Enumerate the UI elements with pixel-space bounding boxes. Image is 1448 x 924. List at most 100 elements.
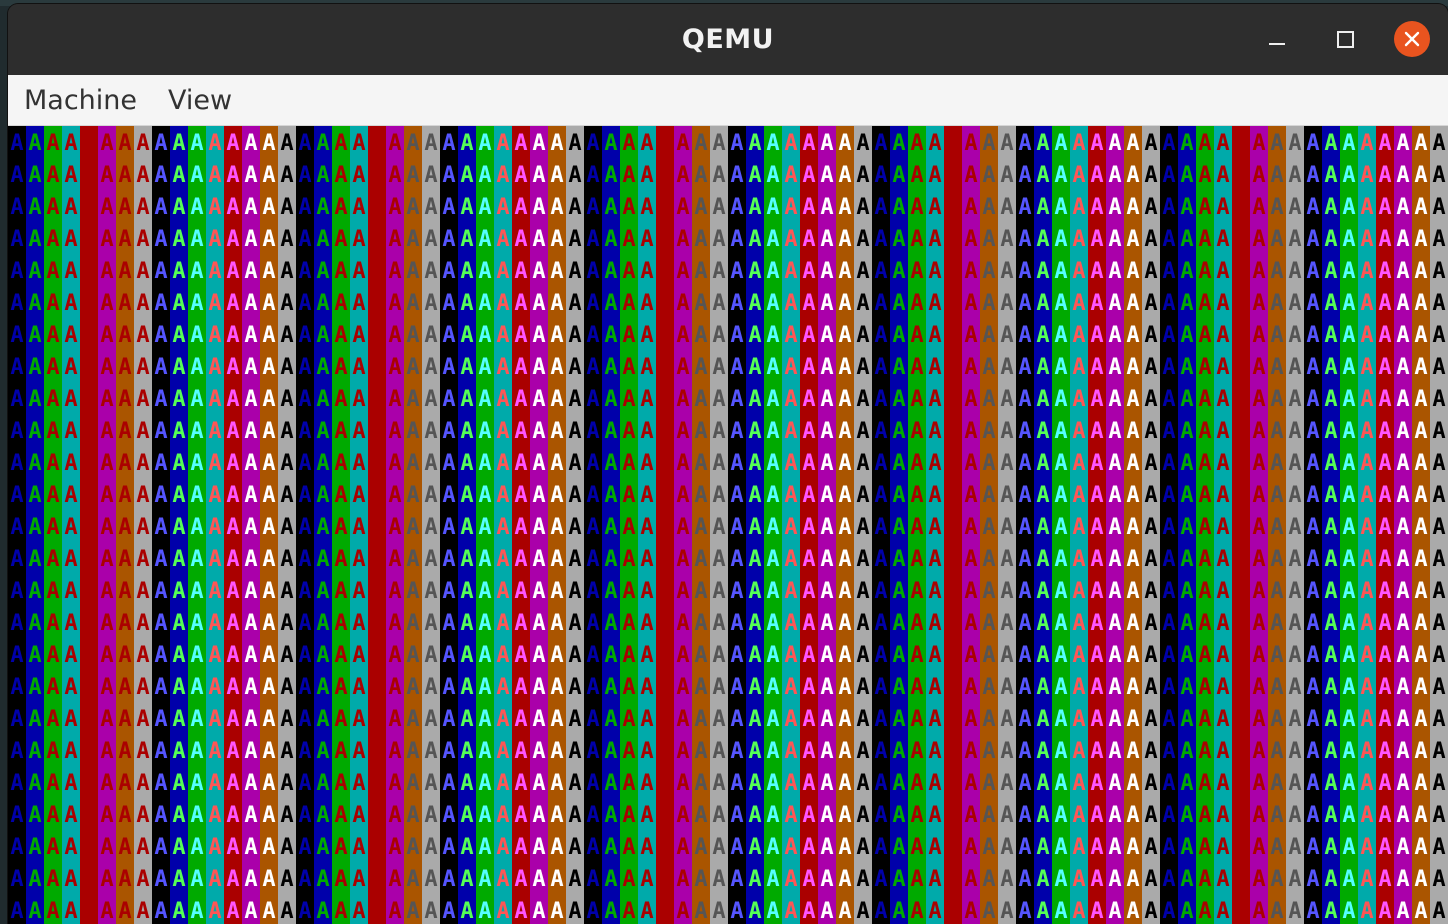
vga-glyph: A bbox=[388, 195, 401, 220]
vga-glyph: A bbox=[1198, 867, 1211, 892]
menu-view[interactable]: View bbox=[168, 75, 232, 125]
vga-glyph: A bbox=[1378, 227, 1391, 252]
vga-glyph: A bbox=[208, 419, 221, 444]
vga-glyph: A bbox=[442, 419, 455, 444]
vga-glyph: A bbox=[730, 451, 743, 476]
vga-glyph: A bbox=[442, 707, 455, 732]
vga-glyph: A bbox=[262, 227, 275, 252]
vga-glyph: A bbox=[1198, 899, 1211, 924]
vga-glyph: A bbox=[1288, 131, 1301, 156]
vga-glyph: A bbox=[586, 579, 599, 604]
vga-glyph: A bbox=[154, 323, 167, 348]
vga-glyph: A bbox=[730, 195, 743, 220]
vga-glyph: A bbox=[226, 355, 239, 380]
vga-glyph: A bbox=[208, 547, 221, 572]
vga-glyph: A bbox=[802, 259, 815, 284]
vga-glyph: A bbox=[622, 579, 635, 604]
vga-glyph: A bbox=[262, 451, 275, 476]
vga-glyph: A bbox=[460, 771, 473, 796]
vga-glyph: A bbox=[784, 131, 797, 156]
vga-glyph: A bbox=[910, 451, 923, 476]
vga-glyph: A bbox=[1108, 547, 1121, 572]
vga-glyph: A bbox=[1162, 515, 1175, 540]
vga-glyph: A bbox=[1216, 227, 1229, 252]
vga-glyph: A bbox=[442, 323, 455, 348]
vm-display[interactable]: AAAAAAAAAAAAAAAAAAAAAAAAAAAAAAAAAAAAAAAA… bbox=[8, 126, 1448, 924]
vga-glyph: A bbox=[1252, 803, 1265, 828]
vga-glyph: A bbox=[334, 707, 347, 732]
vga-glyph: A bbox=[1090, 611, 1103, 636]
vga-glyph: A bbox=[100, 259, 113, 284]
vga-glyph: A bbox=[406, 771, 419, 796]
vga-glyph: A bbox=[100, 611, 113, 636]
vga-glyph: A bbox=[478, 419, 491, 444]
vga-glyph: A bbox=[874, 227, 887, 252]
menu-machine[interactable]: Machine bbox=[24, 75, 137, 125]
vga-glyph: A bbox=[658, 643, 671, 668]
vga-glyph: A bbox=[442, 739, 455, 764]
vga-glyph: A bbox=[946, 835, 959, 860]
vga-glyph: A bbox=[1414, 355, 1427, 380]
vga-glyph: A bbox=[28, 643, 41, 668]
vga-glyph: A bbox=[352, 867, 365, 892]
vga-glyph: A bbox=[982, 643, 995, 668]
vga-glyph: A bbox=[856, 835, 869, 860]
vga-glyph: A bbox=[1054, 675, 1067, 700]
vga-glyph: A bbox=[1288, 643, 1301, 668]
vga-glyph: A bbox=[316, 355, 329, 380]
vga-glyph: A bbox=[766, 355, 779, 380]
close-button[interactable] bbox=[1394, 21, 1430, 57]
vga-glyph: A bbox=[766, 611, 779, 636]
vga-glyph: A bbox=[910, 227, 923, 252]
vga-glyph: A bbox=[118, 899, 131, 924]
vga-glyph: A bbox=[478, 323, 491, 348]
vga-glyph: A bbox=[532, 707, 545, 732]
vga-glyph: A bbox=[910, 899, 923, 924]
vga-glyph: A bbox=[928, 611, 941, 636]
vga-glyph: A bbox=[370, 643, 383, 668]
vga-glyph: A bbox=[1324, 323, 1337, 348]
vga-glyph: A bbox=[550, 579, 563, 604]
vga-glyph: A bbox=[586, 675, 599, 700]
vga-glyph: A bbox=[622, 419, 635, 444]
vga-glyph: A bbox=[442, 195, 455, 220]
vga-glyph: A bbox=[712, 739, 725, 764]
vga-glyph: A bbox=[550, 259, 563, 284]
vga-glyph: A bbox=[190, 227, 203, 252]
vga-glyph: A bbox=[802, 835, 815, 860]
vga-glyph: A bbox=[100, 771, 113, 796]
vga-glyph: A bbox=[370, 867, 383, 892]
vga-glyph: A bbox=[766, 323, 779, 348]
vga-glyph: A bbox=[1234, 291, 1247, 316]
vga-glyph: A bbox=[424, 291, 437, 316]
vga-glyph: A bbox=[946, 355, 959, 380]
vga-glyph: A bbox=[28, 355, 41, 380]
vga-glyph: A bbox=[1216, 803, 1229, 828]
vga-glyph: A bbox=[964, 163, 977, 188]
vga-glyph: A bbox=[280, 419, 293, 444]
vga-glyph: A bbox=[622, 291, 635, 316]
vga-glyph: A bbox=[64, 739, 77, 764]
vga-glyph: A bbox=[1072, 739, 1085, 764]
vga-glyph: A bbox=[946, 867, 959, 892]
vga-glyph: A bbox=[640, 323, 653, 348]
vga-glyph: A bbox=[694, 515, 707, 540]
vga-glyph: A bbox=[1036, 483, 1049, 508]
vga-glyph: A bbox=[1108, 899, 1121, 924]
vga-glyph: A bbox=[730, 899, 743, 924]
vga-glyph: A bbox=[244, 355, 257, 380]
vga-glyph: A bbox=[1072, 899, 1085, 924]
vga-glyph: A bbox=[694, 387, 707, 412]
vga-glyph: A bbox=[874, 419, 887, 444]
vga-glyph: A bbox=[370, 707, 383, 732]
vga-glyph: A bbox=[1342, 387, 1355, 412]
vga-glyph: A bbox=[46, 867, 59, 892]
vga-glyph: A bbox=[496, 803, 509, 828]
vga-glyph: A bbox=[352, 611, 365, 636]
vga-glyph: A bbox=[1036, 579, 1049, 604]
minimize-button[interactable] bbox=[1258, 21, 1294, 57]
title-bar[interactable]: QEMU bbox=[8, 4, 1448, 75]
vga-glyph: A bbox=[262, 419, 275, 444]
vga-glyph: A bbox=[1396, 643, 1409, 668]
maximize-button[interactable] bbox=[1326, 21, 1362, 57]
